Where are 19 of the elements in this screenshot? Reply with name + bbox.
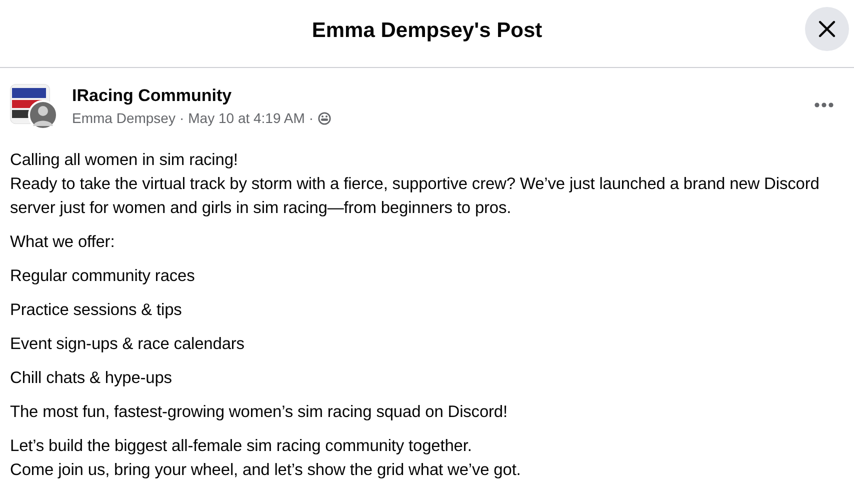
more-icon[interactable] xyxy=(814,102,834,108)
group-name[interactable]: IRacing Community xyxy=(72,86,802,106)
close-button[interactable] xyxy=(805,7,849,51)
post-time[interactable]: May 10 at 4:19 AM xyxy=(188,110,305,126)
post-text: What we offer: xyxy=(10,232,116,253)
avatar-icon xyxy=(28,100,58,130)
separator: · xyxy=(179,110,184,126)
post-text: Practice sessions & tips xyxy=(10,300,183,321)
dialog-title: Emma Dempsey's Post xyxy=(312,18,542,42)
post-text: Event sign-ups & race calendars xyxy=(10,334,246,355)
post-text: Chill chats & hype-ups xyxy=(10,368,173,389)
post-text: The most fun, fastest-growing women’s sim racing squad on Discord! xyxy=(10,402,508,423)
separator: · xyxy=(308,110,314,126)
post-text: Let’s build the biggest all-female sim racing community together. Come join us, bring your wheel, and let’s show the grid what we’ve got. xyxy=(10,436,522,481)
close-icon xyxy=(818,20,836,38)
post-text: Regular community races xyxy=(10,266,196,287)
author-name[interactable]: Emma Dempsey xyxy=(72,110,176,126)
group-audience-icon[interactable] xyxy=(318,112,331,124)
post-text: Calling all women in sim racing! Ready to take the virtual track by storm with a fierce, supportive crew? We’ve just launched a brand new Discord server just for women and girls in sim racing—from beginners to pros. xyxy=(10,150,820,219)
